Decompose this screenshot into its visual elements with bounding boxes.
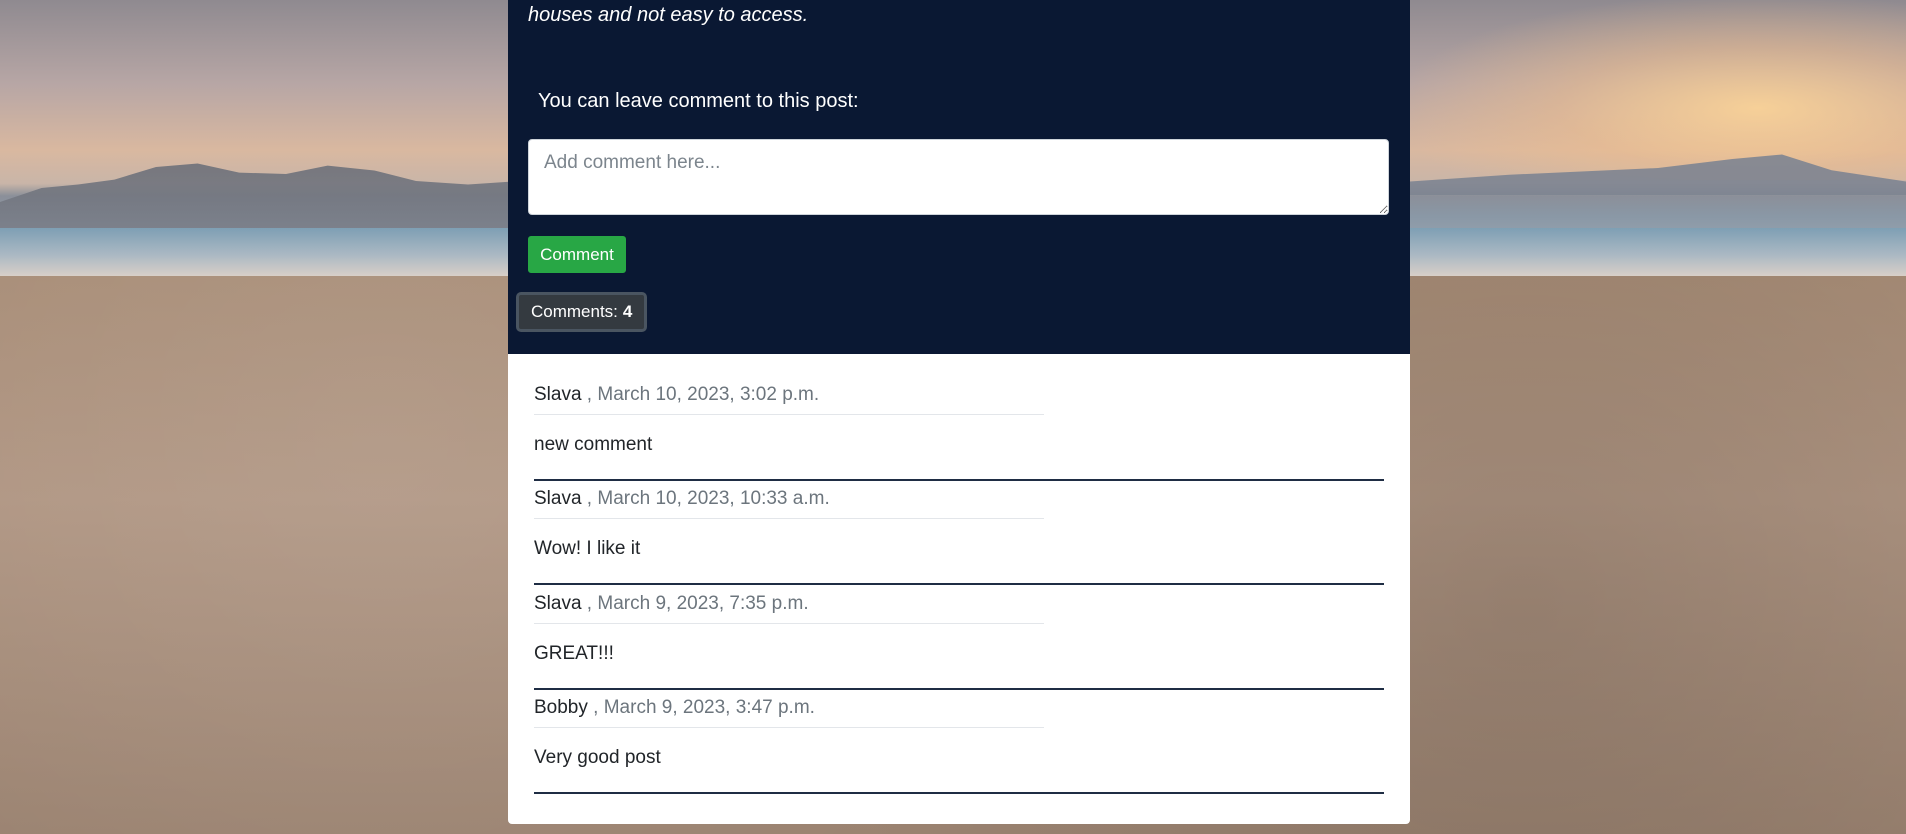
comment-header: Slava , March 10, 2023, 3:02 p.m. [534,384,1044,415]
comment-divider [534,583,1384,585]
comment-divider [534,792,1384,794]
comment-date: March 10, 2023, 10:33 a.m. [592,488,830,509]
comment-textarea[interactable] [528,139,1389,215]
comment-body: Very good post [534,747,661,768]
comment-author: Slava [534,384,582,405]
comment-header: Bobby , March 9, 2023, 3:47 p.m. [534,697,1044,728]
comment-header: Slava , March 10, 2023, 10:33 a.m. [534,488,1044,519]
comment-separator: , [581,384,593,405]
comment-header: Slava , March 9, 2023, 7:35 p.m. [534,593,1044,624]
comments-count-badge: Comments: 4 [516,292,648,332]
post-text-fragment: houses and not easy to access. [528,4,809,26]
sunset-sky-glow [1410,0,1906,180]
comment-date: March 9, 2023, 3:47 p.m. [598,697,815,718]
comment-body: GREAT!!! [534,643,614,664]
comment-author: Bobby [534,697,588,718]
comment-date: March 10, 2023, 3:02 p.m. [592,384,820,405]
comments-count-label: Comments: [531,302,618,321]
mountains-left [0,163,520,230]
comment-separator: , [581,488,593,509]
comment-divider [534,688,1384,690]
comment-body: Wow! I like it [534,538,641,559]
post-content-column: houses and not easy to access. You can l… [508,0,1410,834]
comment-prompt: You can leave comment to this post: [538,90,859,112]
comment-separator: , [581,593,593,614]
comment-author: Slava [534,488,582,509]
comment-separator: , [587,697,599,718]
comment-date: March 9, 2023, 7:35 p.m. [592,593,809,614]
post-panel: houses and not easy to access. You can l… [508,0,1410,354]
comment-body: new comment [534,434,653,455]
comments-count-value: 4 [622,302,633,321]
comments-list: Slava , March 10, 2023, 3:02 p.m. new co… [508,354,1410,824]
comment-divider [534,479,1384,481]
comment-author: Slava [534,593,582,614]
comment-submit-button[interactable]: Comment [528,236,626,273]
